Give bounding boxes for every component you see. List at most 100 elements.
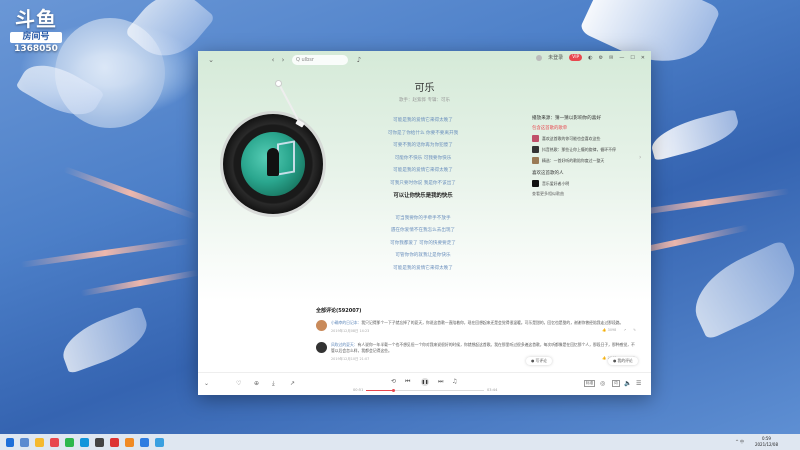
avatar[interactable] [536,54,543,61]
collapse-chevron-icon[interactable]: ⌄ [206,56,216,64]
pause-button[interactable]: ❚❚ [421,378,429,386]
song-title: 可乐 [414,83,435,94]
mail-icon[interactable]: ✉ [609,55,613,61]
playlist-item[interactable]: 精选：一首好听的歌陪你度过一整天 [532,157,644,164]
playlist-name: 抖音热歌：那些让你上瘾的旋律，循环不停 [542,146,616,152]
close-icon[interactable]: ✕ [641,55,645,61]
lyric-line[interactable] [348,203,498,213]
lyric-line[interactable]: 可你是了你给什么 你要不要离开我 [348,128,498,141]
similar-heading: 喜欢这首歌的人 [532,171,564,176]
comment-content: 我只记得那个一下子就忘掉了的夏天，你说这首歌一直陪着你，现在回想起来还是会觉得很… [361,320,624,325]
lyric-line[interactable]: 可能是我的爱情它来得太晚了 [348,165,498,178]
clock-date: 2021/12/08 [754,441,778,447]
like-count[interactable]: 👍 3098 [602,328,616,333]
effects-icon[interactable]: ◎ [600,380,605,387]
streak-graphic [63,166,197,220]
playlist-item[interactable]: 抖音热歌：那些让你上瘾的旋律，循环不停 [532,146,644,153]
next-icon[interactable]: ⏭ [438,378,443,386]
similar-item[interactable]: 音乐爱好者小明 [532,180,644,187]
microphone-icon[interactable]: ♪ [354,56,364,64]
titlebar: ⌄ ‹ › Q ulbsr ♪ 未登录 VIP ◐ ⚙ ✉ — ☐ ✕ [198,51,651,69]
minimize-icon[interactable]: — [619,55,624,61]
music-player-window: ⌄ ‹ › Q ulbsr ♪ 未登录 VIP ◐ ⚙ ✉ — ☐ ✕ 可乐 歌… [198,51,651,395]
taskbar-app-icon[interactable] [125,437,134,447]
progress-fill [366,390,393,391]
cover-figure-graphic [267,148,279,176]
back-arrow-icon[interactable]: ‹ [268,56,278,64]
comment-time: 2019年12月10日 21:07 [331,357,370,361]
playlist-icon[interactable]: ☰ [636,380,641,387]
my-comments-button[interactable]: ● 我的评论 [608,357,638,365]
taskbar-app-icon[interactable] [110,437,119,447]
wechat-icon[interactable] [65,437,74,447]
write-comment-button[interactable]: ● 写评论 [526,357,552,365]
lyric-line[interactable]: 可能是我的爱情它来得太晚了 [348,115,498,128]
reply-icon[interactable]: ✎ [633,328,636,333]
taskbar: ^ 中 0:59 2021/12/08 [0,434,800,450]
similar-name: 音乐爱好者小明 [542,180,570,186]
clock[interactable]: 0:59 2021/12/08 [755,436,778,447]
quality-badge[interactable]: 标准 [584,380,596,387]
collapse-icon[interactable]: ⌄ [204,380,209,387]
wing-graphic [55,305,155,375]
lyric-line[interactable]: 可我只要时你说 我是你不该出了 [348,178,498,191]
comment-user[interactable]: 风吹过的夏天： [331,342,358,347]
lyric-line[interactable]: 可能是我的爱情它来得太晚了 [348,263,498,276]
lyric-line[interactable]: 可你我都爱了 可你的快要要走了 [348,238,498,251]
avatar[interactable] [316,320,327,331]
progress-knob[interactable] [392,389,395,392]
chevron-right-icon[interactable]: › [639,154,641,161]
lyric-line[interactable]: 可当我要你的手牵手不放手 [348,213,498,226]
lyrics-panel[interactable]: 可能是我的爱情它来得太晚了 可你是了你给什么 你要不要离开我 可要不我的话你再为你犯… [348,115,498,275]
progress-track[interactable] [366,389,484,392]
playlist-item[interactable]: 喜欢这首歌的你可能也会喜欢这些 [532,135,644,142]
vip-badge[interactable]: VIP [569,54,583,61]
windows-start-icon[interactable] [6,437,14,447]
wing-graphic [647,108,743,162]
add-to-playlist-icon[interactable]: ⊕ [254,380,259,387]
settings-icon[interactable]: ⚙ [599,55,603,61]
right-panel: 播放来源：猜一猜以影响你的喜好 包含这首歌的歌单 喜欢这首歌的你可能也会喜欢这些… [532,115,644,197]
song-meta[interactable]: 歌手：赵紫骅 专辑：可乐 [198,97,651,103]
volume-icon[interactable]: 🔈 [624,380,631,387]
comment-user[interactable]: 小确幸的日记本： [331,320,361,325]
loop-mode-icon[interactable]: ⟲ [391,378,396,385]
system-tray[interactable]: ^ 中 [735,439,744,445]
lyric-line[interactable]: 可管你你的就我让是你快乐 [348,250,498,263]
playlist-thumbnail [532,157,539,164]
share-icon[interactable]: ↗ [290,380,295,387]
lyric-toggle-icon[interactable]: ♫ [452,378,457,385]
more-link[interactable]: 查看更多相似歌曲 [532,191,644,197]
comment-content: 有人说你一年半载一个也不想见但一个你对我来说很好的时候，你就想起这首歌。我在那里… [331,342,635,353]
album-cover [241,132,305,196]
search-input[interactable]: Q ulbsr [292,55,348,65]
taskbar-app-icon[interactable] [140,437,149,447]
lyric-line[interactable]: 可要不我的话你再为你犯傻了 [348,140,498,153]
skin-icon[interactable]: ◐ [588,55,592,61]
comments-header: 全部评论(592007) [316,308,362,314]
streak-graphic [20,238,190,268]
comment-text: 小确幸的日记本：我只记得那个一下子就忘掉了的夏天，你说这首歌一直陪着你，现在回想… [331,320,636,326]
lyric-line[interactable]: 遇在你爱情不在我怎么去出现了 [348,225,498,238]
taskbar-app-icon[interactable] [95,437,104,447]
lyric-line[interactable]: 可能你不快乐 可我要你快乐 [348,153,498,166]
streak-graphic [80,269,200,297]
share-icon[interactable]: ↗ [623,328,626,333]
download-icon[interactable]: ⤓ [272,380,275,388]
avatar[interactable] [316,342,327,353]
folder-icon[interactable] [35,437,44,447]
comment-body: 风吹过的夏天：有人说你一年半载一个也不想见但一个你对我来说很好的时候，你就想起这… [331,342,636,361]
forward-arrow-icon[interactable]: › [278,56,288,64]
music-app-icon[interactable] [50,437,59,447]
taskbar-app-icon[interactable] [20,437,29,447]
lyric-line-active[interactable]: 可以让你快乐是我的快乐 [348,190,498,203]
like-icon[interactable]: ♡ [236,380,241,387]
comments-section: 全部评论(592007) 小确幸的日记本：我只记得那个一下子就忘掉了的夏天，你说… [316,307,636,370]
comment-list: 小确幸的日记本：我只记得那个一下子就忘掉了的夏天，你说这首歌一直陪着你，现在回想… [316,320,636,361]
lyric-badge[interactable]: 词 [612,380,620,387]
taskbar-app-icon[interactable] [155,437,164,447]
previous-icon[interactable]: ⏮ [405,378,410,386]
qq-icon[interactable] [80,437,89,447]
maximize-icon[interactable]: ☐ [630,55,634,61]
login-link[interactable]: 未登录 [548,54,563,61]
